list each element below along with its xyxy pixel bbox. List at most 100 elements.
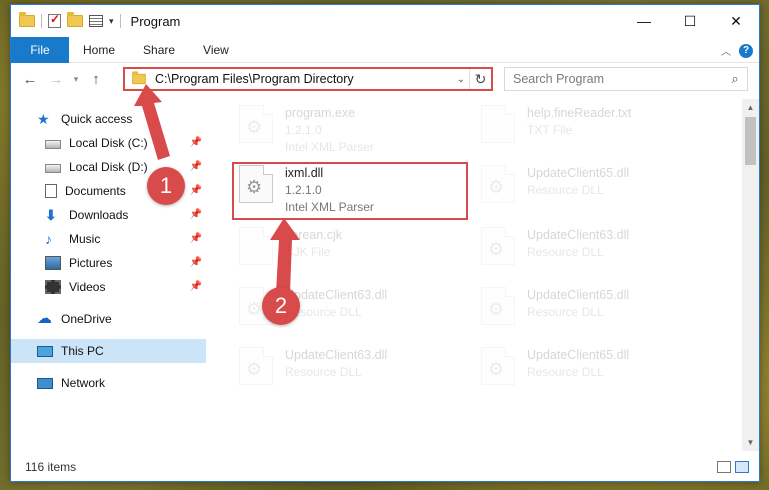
minimize-button[interactable]: —: [621, 5, 667, 37]
file-item[interactable]: ⚙ UpdateClient65.dll Resource DLL: [481, 165, 629, 203]
quick-access-toolbar: ▾: [11, 12, 121, 28]
pin-icon[interactable]: 📌: [190, 233, 202, 244]
address-path[interactable]: C:\Program Files\Program Directory: [155, 72, 453, 86]
file-name: UpdateClient65.dll: [527, 348, 630, 362]
sidebar-item-downloads[interactable]: ⬇ Downloads 📌: [11, 203, 206, 227]
chevron-down-icon[interactable]: ⌄: [453, 74, 469, 85]
file-name: UpdateClient65.dll: [527, 166, 630, 180]
file-item[interactable]: ⚙ UpdateClient65.dll Resource DLL: [481, 287, 629, 325]
pin-icon[interactable]: 📌: [190, 161, 202, 172]
details-view-icon[interactable]: [717, 461, 731, 473]
navigation-pane: ★ Quick access Local Disk (C:) 📌 Local D…: [11, 99, 206, 451]
file-icon: [239, 227, 273, 265]
customize-dropdown-icon[interactable]: ▾: [109, 16, 114, 27]
file-version: 1.2.1.0: [285, 123, 322, 137]
tab-home[interactable]: Home: [69, 43, 129, 57]
search-box[interactable]: Search Program ⌕: [504, 67, 748, 91]
file-type: Resource DLL: [285, 305, 362, 319]
ribbon-tabs: File Home Share View ︿ ?: [11, 36, 759, 63]
properties-check-icon[interactable]: [48, 12, 61, 28]
window-title: Program: [130, 13, 181, 29]
file-item[interactable]: korean.cjk CJK File: [239, 227, 342, 265]
documents-icon: [45, 184, 57, 198]
back-arrow-icon[interactable]: ←: [17, 71, 43, 88]
folder-icon: [132, 71, 146, 85]
scroll-up-icon[interactable]: ▲: [742, 99, 759, 116]
disk-icon: [45, 140, 61, 149]
sidebar-item-this-pc[interactable]: This PC: [11, 339, 206, 363]
forward-arrow-icon[interactable]: →: [43, 71, 69, 88]
search-icon[interactable]: ⌕: [723, 71, 747, 87]
sidebar-item-label: Downloads: [69, 208, 129, 222]
file-type: Resource DLL: [527, 245, 604, 259]
dll-file-icon: ⚙: [481, 287, 515, 325]
tiles-view-icon[interactable]: [735, 461, 749, 473]
refresh-icon[interactable]: ↻: [469, 69, 491, 89]
sidebar-item-label: Local Disk (C:): [69, 136, 148, 150]
pc-icon: [37, 346, 53, 357]
sidebar-item-label: OneDrive: [61, 312, 112, 326]
sidebar-item-label: Quick access: [61, 112, 133, 126]
file-description: Intel XML Parser: [285, 140, 374, 154]
new-folder-icon[interactable]: [67, 12, 83, 27]
file-item[interactable]: ⚙ program.exe 1.2.1.0 Intel XML Parser: [239, 105, 374, 156]
file-name: program.exe: [285, 106, 356, 120]
txt-file-icon: [481, 105, 515, 143]
sidebar-item-label: Pictures: [69, 256, 113, 270]
pin-icon[interactable]: 📌: [190, 257, 202, 268]
sidebar-item-network[interactable]: Network: [11, 371, 206, 395]
sidebar-item-music[interactable]: ♪ Music 📌: [11, 227, 206, 251]
pictures-icon: [45, 256, 61, 270]
videos-icon: [45, 280, 61, 294]
file-item[interactable]: ⚙ UpdateClient63.dll Resource DLL: [481, 227, 629, 265]
file-type: Resource DLL: [285, 365, 362, 379]
dll-file-icon: ⚙: [481, 227, 515, 265]
highlight-box: [232, 162, 468, 220]
maximize-button[interactable]: ☐: [667, 5, 713, 37]
divider: [119, 14, 121, 28]
tab-file[interactable]: File: [11, 36, 69, 63]
help-icon[interactable]: ?: [739, 43, 753, 58]
scroll-thumb[interactable]: [745, 117, 756, 165]
pin-icon[interactable]: 📌: [190, 209, 202, 220]
file-item[interactable]: ⚙ UpdateClient63.dll Resource DLL: [239, 347, 387, 385]
file-item[interactable]: help.fineReader.txt TXT File: [481, 105, 631, 143]
sidebar-item-videos[interactable]: Videos 📌: [11, 275, 206, 299]
properties-icon[interactable]: [89, 15, 103, 27]
tab-share[interactable]: Share: [129, 43, 189, 57]
scroll-down-icon[interactable]: ▼: [742, 434, 759, 451]
tab-view[interactable]: View: [189, 43, 243, 57]
sidebar-item-quick-access[interactable]: ★ Quick access: [11, 107, 206, 131]
sidebar-item-label: Local Disk (D:): [69, 160, 148, 174]
recent-locations-icon[interactable]: ▾: [69, 74, 83, 85]
sidebar-item-label: Network: [61, 376, 106, 390]
search-input[interactable]: Search Program: [513, 72, 723, 86]
expand-ribbon-icon[interactable]: ︿: [721, 43, 731, 58]
address-bar[interactable]: C:\Program Files\Program Directory ⌄ ↻: [123, 67, 493, 91]
divider: [41, 14, 42, 28]
folder-icon: [19, 12, 35, 27]
sidebar-item-local-disk-c[interactable]: Local Disk (C:) 📌: [11, 131, 206, 155]
up-arrow-icon[interactable]: ↑: [83, 71, 109, 88]
dll-file-icon: ⚙: [239, 347, 273, 385]
file-type: TXT File: [527, 123, 573, 137]
file-type: Resource DLL: [527, 183, 604, 197]
vertical-scrollbar[interactable]: ▲ ▼: [742, 99, 759, 451]
dll-file-icon: ⚙: [481, 347, 515, 385]
status-bar: 116 items: [11, 453, 759, 481]
close-button[interactable]: ✕: [713, 5, 759, 37]
sidebar-item-onedrive[interactable]: ☁ OneDrive: [11, 307, 206, 331]
pin-icon[interactable]: 📌: [190, 137, 202, 148]
file-name: UpdateClient65.dll: [527, 288, 630, 302]
pin-icon[interactable]: 📌: [190, 281, 202, 292]
file-item[interactable]: ⚙ UpdateClient65.dll Resource DLL: [481, 347, 629, 385]
pin-icon[interactable]: 📌: [190, 185, 202, 196]
music-icon: ♪: [45, 231, 52, 247]
explorer-window: ▾ Program — ☐ ✕ File Home Share View ︿ ?…: [10, 4, 760, 482]
navigation-bar: ← → ▾ ↑ C:\Program Files\Program Directo…: [11, 63, 759, 95]
item-count: 116 items: [25, 460, 77, 474]
file-name: UpdateClient63.dll: [285, 348, 388, 362]
file-name: help.fineReader.txt: [527, 106, 632, 120]
sidebar-item-pictures[interactable]: Pictures 📌: [11, 251, 206, 275]
sidebar-item-label: Music: [69, 232, 101, 246]
